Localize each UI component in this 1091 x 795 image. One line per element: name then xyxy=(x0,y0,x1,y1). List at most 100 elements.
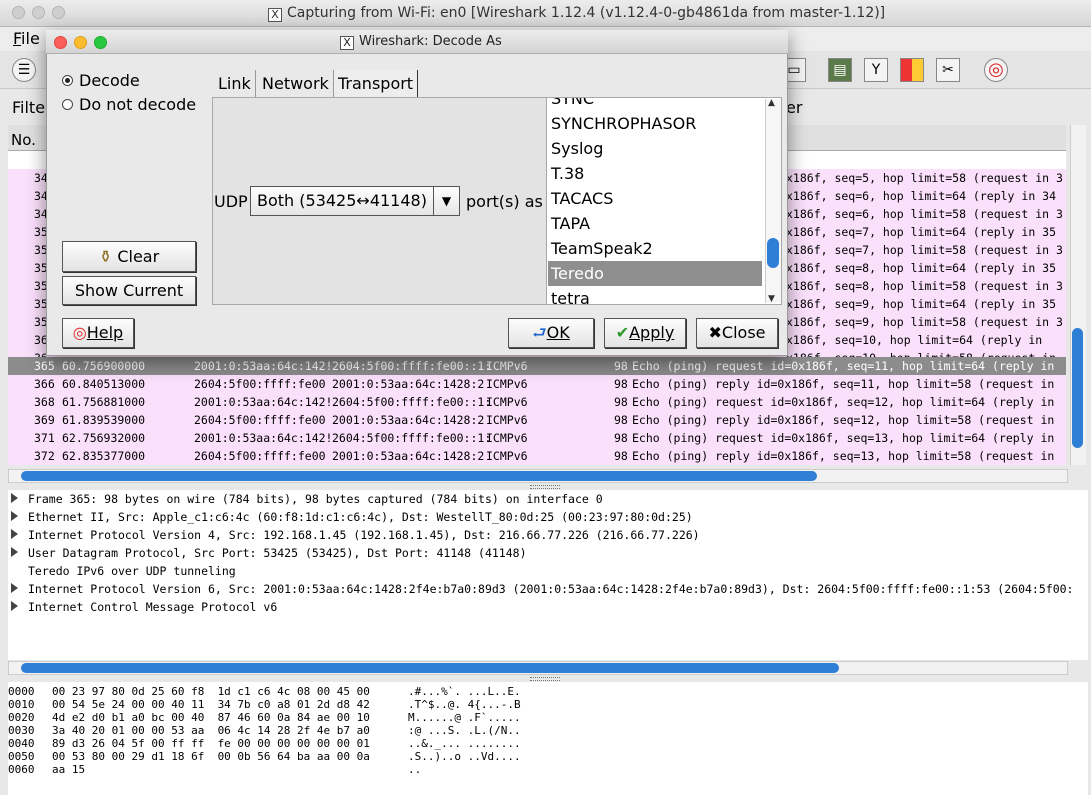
radio-do-not-decode[interactable]: Do not decode xyxy=(62,95,196,114)
expand-triangle-icon[interactable] xyxy=(11,511,18,521)
show-current-button[interactable]: Show Current xyxy=(62,276,196,305)
pane-splitter[interactable] xyxy=(530,485,560,489)
dialog-zoom-button[interactable] xyxy=(94,36,107,49)
cell-src: 2001:0:53aa:64c:142! xyxy=(194,395,333,409)
cell-proto: ICMPv6 xyxy=(486,431,528,445)
ok-button[interactable]: ⮐OK xyxy=(508,318,594,348)
details-horizontal-scrollbar[interactable] xyxy=(8,661,1068,675)
detail-tree-item[interactable]: Internet Protocol Version 4, Src: 192.16… xyxy=(8,526,1088,544)
table-row[interactable]: 372 62.835377000 2604:5f00:ffff:fe00 2001:0… xyxy=(8,447,1066,465)
cell-info: x186f, seq=9, hop limit=64 (reply in 35 xyxy=(786,297,1057,311)
packet-list-horizontal-scrollbar[interactable] xyxy=(8,469,1068,483)
expand-triangle-icon[interactable] xyxy=(11,493,18,503)
hex-ascii: ..&._... ........ xyxy=(408,737,521,750)
detail-tree-item[interactable]: Internet Protocol Version 6, Src: 2001:0… xyxy=(8,580,1088,598)
tab-network[interactable]: Network xyxy=(258,70,334,97)
cell-info: Echo (ping) request id=0x186f, seq=13, h… xyxy=(632,431,1055,445)
help-button[interactable]: ◎Help xyxy=(62,318,134,348)
cell-dst: 2001:0:53aa:64c:1428:2 xyxy=(332,449,485,463)
table-row[interactable]: 371 62.756932000 2001:0:53aa:64c:142! 2604:… xyxy=(8,429,1066,447)
cell-proto: ICMPv6 xyxy=(486,449,528,463)
detail-text: Ethernet II, Src: Apple_c1:c6:4c (60:f8:… xyxy=(28,510,693,524)
detail-tree-item[interactable]: Ethernet II, Src: Apple_c1:c6:4c (60:f8:… xyxy=(8,508,1088,526)
protocol-list-item[interactable]: T.38 xyxy=(548,161,762,186)
protocol-list-item[interactable]: TACACS xyxy=(548,186,762,211)
radio-decode-indicator[interactable] xyxy=(62,75,73,86)
minimize-window-button[interactable] xyxy=(32,6,45,19)
zoom-window-button[interactable] xyxy=(52,6,65,19)
cell-info: x186f, seq=6, hop limit=64 (reply in 34 xyxy=(786,189,1057,203)
menu-file[interactable]: File xyxy=(13,29,40,48)
cell-len: 98 xyxy=(614,413,628,427)
protocol-list-item[interactable]: SYNCHROPHASOR xyxy=(548,111,762,136)
coloring-rules-icon[interactable] xyxy=(900,58,924,82)
close-window-button[interactable] xyxy=(12,6,25,19)
protocol-list-item[interactable]: Syslog xyxy=(548,136,762,161)
interfaces-icon[interactable]: ☰ xyxy=(12,58,36,82)
details-hscroll-thumb[interactable] xyxy=(21,663,839,673)
hex-bytes: 89 d3 26 04 5f 00 ff ff fe 00 00 00 00 0… xyxy=(52,737,370,750)
hex-off: 0050 xyxy=(8,750,35,763)
tab-transport[interactable]: Transport xyxy=(334,70,419,97)
expand-triangle-icon[interactable] xyxy=(11,547,18,557)
capture-filter-icon[interactable]: ▤ xyxy=(828,58,852,82)
clear-button[interactable]: ⚱ Clear xyxy=(62,241,196,272)
cell-info: x186f, seq=8, hop limit=64 (reply in 35 xyxy=(786,261,1057,275)
display-filter-icon[interactable]: Y xyxy=(864,58,888,82)
protocol-list-item[interactable]: TAPA xyxy=(548,211,762,236)
radio-do-not-decode-label: Do not decode xyxy=(79,95,197,114)
radio-do-not-decode-indicator[interactable] xyxy=(62,99,73,110)
chevron-down-icon[interactable]: ▼ xyxy=(433,187,459,215)
cell-info: x186f, seq=6, hop limit=58 (request in 3 xyxy=(786,207,1063,221)
tab-link[interactable]: Link xyxy=(214,70,256,97)
table-row[interactable]: 369 61.839539000 2604:5f00:ffff:fe00 2001:0… xyxy=(8,411,1066,429)
cell-dst: 2604:5f00:ffff:fe00::1: xyxy=(332,431,492,445)
cell-info: Echo (ping) reply id=0x186f, seq=12, hop… xyxy=(632,413,1055,427)
hex-ascii: :@ ...S. .L.(/N.. xyxy=(408,724,521,737)
column-header-no[interactable]: No. xyxy=(11,131,36,149)
hex-bytes: 3a 40 20 01 00 00 53 aa 06 4c 14 28 2f 4… xyxy=(52,724,370,737)
scroll-up-icon[interactable]: ▲ xyxy=(768,98,775,108)
protocol-list-item[interactable]: Teredo xyxy=(548,261,762,286)
packet-list-scroll-thumb[interactable] xyxy=(1072,328,1083,448)
detail-text: Internet Protocol Version 4, Src: 192.16… xyxy=(28,528,700,542)
scroll-down-icon[interactable]: ▼ xyxy=(768,294,775,304)
hex-bytes: 00 23 97 80 0d 25 60 f8 1d c1 c6 4c 08 0… xyxy=(52,685,370,698)
port-select[interactable]: Both (53425↔41148) xyxy=(250,186,460,216)
packet-list-hscroll-thumb[interactable] xyxy=(21,471,817,481)
expand-triangle-icon[interactable] xyxy=(11,583,18,593)
close-button[interactable]: ✖Close xyxy=(696,318,778,348)
cell-len: 98 xyxy=(614,449,628,463)
cell-no: 371 xyxy=(34,431,55,445)
help-lifebuoy-icon[interactable]: ◎ xyxy=(984,58,1008,82)
hex-off: 0010 xyxy=(8,698,35,711)
radio-decode[interactable]: Decode xyxy=(62,71,140,90)
protocol-list-scrollbar[interactable]: ▲ ▼ xyxy=(765,98,781,304)
table-row[interactable]: 368 61.756881000 2001:0:53aa:64c:142! 2604:… xyxy=(8,393,1066,411)
filter-tail-text: er xyxy=(786,98,803,117)
cell-proto: ICMPv6 xyxy=(486,359,528,373)
expand-triangle-icon[interactable] xyxy=(11,565,18,575)
dialog-minimize-button[interactable] xyxy=(74,36,87,49)
detail-tree-item[interactable]: User Datagram Protocol, Src Port: 53425 … xyxy=(8,544,1088,562)
cell-time: 61.839539000 xyxy=(62,413,146,427)
pane-splitter-2[interactable] xyxy=(530,677,560,681)
detail-text: Internet Control Message Protocol v6 xyxy=(28,600,278,614)
table-row[interactable]: 365 60.756900000 2001:0:53aa:64c:142! 2604:… xyxy=(8,357,1066,375)
ports-as-label: port(s) as xyxy=(466,192,543,211)
detail-tree-item[interactable]: Internet Control Message Protocol v6 xyxy=(8,598,1088,616)
table-row[interactable]: 366 60.840513000 2604:5f00:ffff:fe00 2001:0… xyxy=(8,375,1066,393)
cell-no: 368 xyxy=(34,395,55,409)
detail-text: Internet Protocol Version 6, Src: 2001:0… xyxy=(28,582,1074,596)
detail-tree-item[interactable]: Frame 365: 98 bytes on wire (784 bits), … xyxy=(8,490,1088,508)
preferences-icon[interactable]: ✂ xyxy=(936,58,960,82)
expand-triangle-icon[interactable] xyxy=(11,601,18,611)
cell-info: x186f, seq=8, hop limit=58 (request in 3 xyxy=(786,279,1063,293)
apply-button[interactable]: ✔Apply xyxy=(604,318,686,348)
dialog-close-button[interactable] xyxy=(54,36,67,49)
protocol-list-item[interactable]: TeamSpeak2 xyxy=(548,236,762,261)
cell-info: x186f, seq=10, hop limit=64 (reply in xyxy=(786,333,1043,347)
protocol-list-scroll-thumb[interactable] xyxy=(767,238,779,268)
detail-tree-item[interactable]: Teredo IPv6 over UDP tunneling xyxy=(8,562,1088,580)
expand-triangle-icon[interactable] xyxy=(11,529,18,539)
